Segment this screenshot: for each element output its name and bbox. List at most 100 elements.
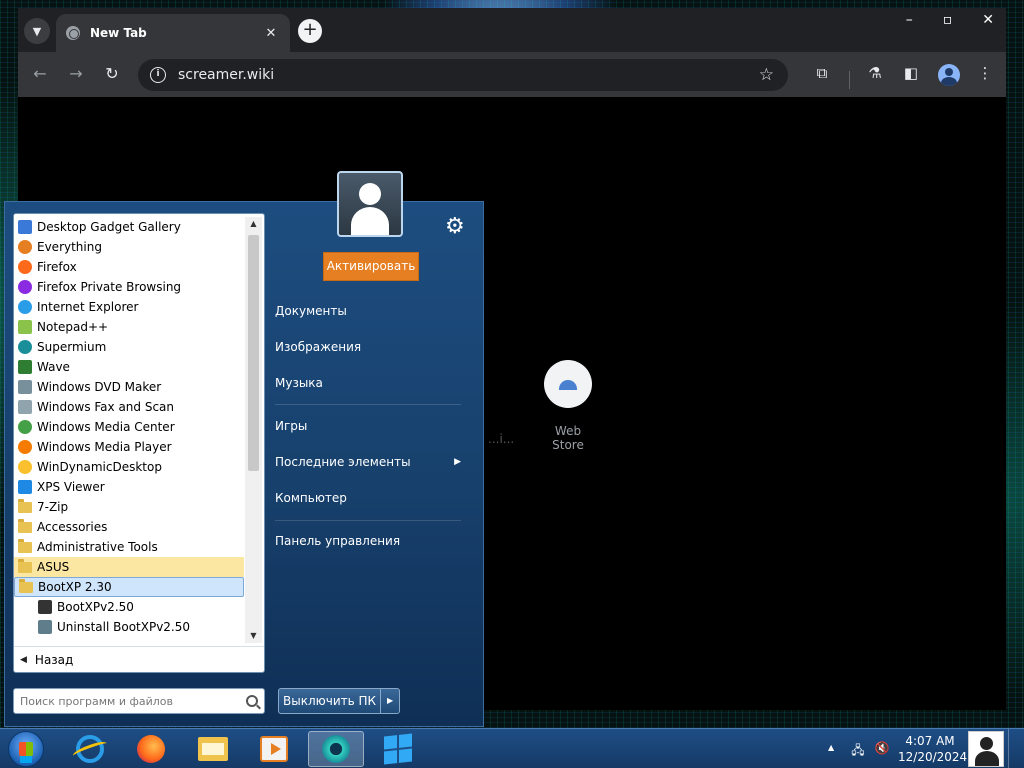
program-item[interactable]: Firefox bbox=[14, 257, 244, 277]
supermium-icon bbox=[322, 735, 350, 763]
right-item-pictures[interactable]: Изображения bbox=[275, 335, 475, 359]
reload-icon[interactable]: ↻ bbox=[100, 62, 124, 86]
program-item[interactable]: ASUS bbox=[14, 557, 244, 577]
url-text[interactable]: screamer.wiki bbox=[178, 67, 759, 83]
window-controls: – ▫ ✕ bbox=[906, 12, 994, 28]
scroll-thumb[interactable] bbox=[248, 235, 259, 471]
taskbar-windows-app[interactable] bbox=[370, 731, 426, 767]
right-item-games[interactable]: Игры bbox=[275, 414, 475, 438]
program-label: Desktop Gadget Gallery bbox=[37, 220, 181, 234]
minimize-icon[interactable]: – bbox=[906, 12, 913, 28]
search-icon[interactable] bbox=[246, 695, 258, 707]
program-item[interactable]: Internet Explorer bbox=[14, 297, 244, 317]
taskbar-explorer[interactable] bbox=[185, 731, 241, 767]
program-item[interactable]: Accessories bbox=[14, 517, 244, 537]
taskbar-supermium[interactable] bbox=[308, 731, 364, 767]
shutdown-options-arrow-icon[interactable]: ▶ bbox=[381, 689, 399, 713]
tab-strip: ▼ New Tab ✕ + – ▫ ✕ bbox=[18, 8, 1006, 52]
taskbar-user-icon[interactable] bbox=[968, 731, 1004, 767]
start-menu: Desktop Gadget Gallery Everything Firefox F… bbox=[4, 201, 484, 727]
program-label: 7-Zip bbox=[37, 500, 69, 514]
right-item-computer[interactable]: Компьютер bbox=[275, 486, 475, 510]
program-item[interactable]: BootXP 2.30 bbox=[14, 577, 244, 597]
wave-icon bbox=[18, 360, 32, 374]
right-item-recent[interactable]: Последние элементы ▶ bbox=[275, 450, 475, 474]
gadget-icon bbox=[18, 220, 32, 234]
program-label: Everything bbox=[37, 240, 102, 254]
dynamic-desktop-icon bbox=[18, 460, 32, 474]
program-item[interactable]: 7-Zip bbox=[14, 497, 244, 517]
search-input[interactable] bbox=[20, 694, 246, 708]
right-item-control-panel[interactable]: Панель управления bbox=[275, 529, 475, 553]
forward-arrow-icon[interactable]: → bbox=[64, 62, 88, 86]
program-label: Supermium bbox=[37, 340, 107, 354]
program-item[interactable]: Supermium bbox=[14, 337, 244, 357]
right-item-music[interactable]: Музыка bbox=[275, 371, 475, 395]
uninstall-icon bbox=[38, 620, 52, 634]
program-label: BootXP 2.30 bbox=[38, 580, 112, 594]
tab-title: New Tab bbox=[90, 26, 147, 40]
address-bar[interactable]: i screamer.wiki ☆ bbox=[138, 59, 788, 91]
close-window-icon[interactable]: ✕ bbox=[982, 12, 994, 28]
shutdown-button[interactable]: Выключить ПК bbox=[279, 689, 382, 713]
program-item[interactable]: Desktop Gadget Gallery bbox=[14, 217, 244, 237]
maximize-icon[interactable]: ▫ bbox=[943, 12, 953, 28]
menu-kebab-icon[interactable]: ⋮ bbox=[974, 64, 996, 82]
back-arrow-icon[interactable]: ← bbox=[28, 62, 52, 86]
back-button[interactable]: ◀ Назад bbox=[14, 646, 264, 672]
right-item-documents[interactable]: Документы bbox=[275, 299, 475, 323]
tab-close-icon[interactable]: ✕ bbox=[262, 26, 280, 41]
program-item[interactable]: Uninstall BootXPv2.50 bbox=[14, 617, 244, 637]
program-item[interactable]: XPS Viewer bbox=[14, 477, 244, 497]
clock-date: 12/20/2024 bbox=[898, 750, 968, 764]
show-desktop-button[interactable] bbox=[1008, 729, 1024, 768]
shutdown-group: Выключить ПК ▶ bbox=[278, 688, 401, 714]
taskbar-media-player[interactable] bbox=[246, 731, 302, 767]
extensions-icon[interactable]: ⧉ bbox=[811, 64, 833, 82]
program-label: ASUS bbox=[37, 560, 70, 574]
program-label: WinDynamicDesktop bbox=[37, 460, 162, 474]
labs-flask-icon[interactable]: ⚗ bbox=[864, 64, 886, 82]
program-scrollbar[interactable]: ▲ ▼ bbox=[245, 217, 262, 643]
site-info-icon[interactable]: i bbox=[150, 67, 166, 83]
back-triangle-icon: ◀ bbox=[20, 654, 27, 665]
activate-button[interactable]: Активировать bbox=[323, 252, 419, 281]
user-avatar[interactable] bbox=[337, 171, 403, 237]
folder-icon bbox=[18, 498, 32, 513]
bookmark-star-icon[interactable]: ☆ bbox=[759, 65, 774, 85]
gear-icon[interactable]: ⚙ bbox=[445, 214, 465, 239]
network-icon[interactable]: 🖧 bbox=[850, 741, 866, 757]
taskbar-internet-explorer[interactable] bbox=[62, 731, 118, 767]
program-label: Internet Explorer bbox=[37, 300, 139, 314]
program-item[interactable]: Windows Media Center bbox=[14, 417, 244, 437]
program-item[interactable]: Windows Media Player bbox=[14, 437, 244, 457]
profile-avatar-icon[interactable] bbox=[938, 64, 960, 86]
submenu-arrow-icon: ▶ bbox=[454, 457, 461, 467]
clock[interactable]: 4:07 AM 12/20/2024 bbox=[898, 733, 968, 765]
taskbar-firefox[interactable] bbox=[123, 731, 179, 767]
start-search-box[interactable] bbox=[13, 688, 265, 714]
side-panel-icon[interactable]: ◧ bbox=[900, 64, 922, 82]
scroll-down-icon[interactable]: ▼ bbox=[245, 629, 262, 643]
new-tab-button[interactable]: + bbox=[298, 19, 322, 43]
shortcut-web-store[interactable]: Web Store bbox=[538, 360, 598, 452]
program-label: Accessories bbox=[37, 520, 108, 534]
program-item[interactable]: BootXPv2.50 bbox=[14, 597, 244, 617]
tab-search-icon[interactable]: ▼ bbox=[24, 18, 50, 44]
start-orb-icon[interactable] bbox=[8, 731, 44, 767]
program-item[interactable]: Windows DVD Maker bbox=[14, 377, 244, 397]
program-item[interactable]: Firefox Private Browsing bbox=[14, 277, 244, 297]
bootxp-icon bbox=[38, 600, 52, 614]
program-item[interactable]: WinDynamicDesktop bbox=[14, 457, 244, 477]
tab-new-tab[interactable]: New Tab ✕ bbox=[56, 14, 290, 52]
program-item[interactable]: Everything bbox=[14, 237, 244, 257]
folder-explorer-icon bbox=[198, 737, 228, 761]
scroll-up-icon[interactable]: ▲ bbox=[245, 217, 262, 231]
program-item[interactable]: Notepad++ bbox=[14, 317, 244, 337]
program-item[interactable]: Wave bbox=[14, 357, 244, 377]
media-center-icon bbox=[18, 420, 32, 434]
tray-expand-icon[interactable]: ▲ bbox=[828, 743, 834, 752]
program-item[interactable]: Windows Fax and Scan bbox=[14, 397, 244, 417]
volume-muted-icon[interactable]: 🔇 bbox=[874, 741, 890, 757]
program-item[interactable]: Administrative Tools bbox=[14, 537, 244, 557]
